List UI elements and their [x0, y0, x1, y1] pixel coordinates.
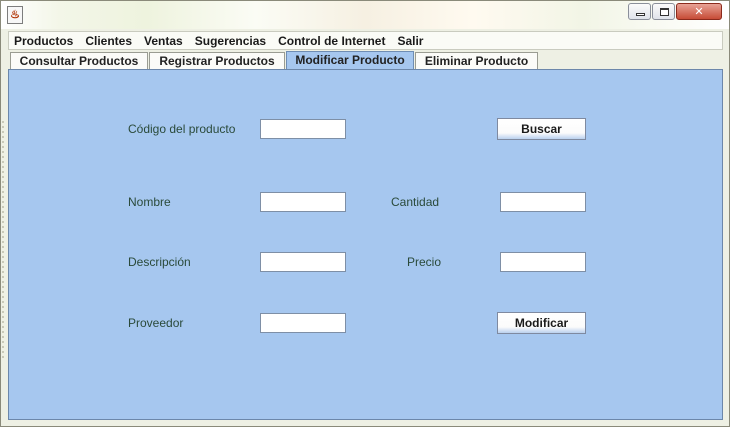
- tab-registrar-productos[interactable]: Registrar Productos: [149, 52, 285, 70]
- title-bar[interactable]: ♨ ✕: [1, 1, 729, 29]
- descripcion-label: Descripción: [128, 255, 191, 269]
- maximize-icon: [660, 8, 669, 16]
- precio-input[interactable]: [500, 252, 586, 272]
- tab-modificar-producto[interactable]: Modificar Producto: [286, 51, 414, 70]
- tab-eliminar-producto[interactable]: Eliminar Producto: [415, 52, 538, 70]
- minimize-icon: [636, 13, 645, 16]
- menu-bar: Productos Clientes Ventas Sugerencias Co…: [8, 31, 723, 50]
- menu-clientes[interactable]: Clientes: [85, 34, 132, 48]
- window-left-edge: [2, 121, 4, 361]
- menu-ventas[interactable]: Ventas: [144, 34, 183, 48]
- menu-sugerencias[interactable]: Sugerencias: [195, 34, 266, 48]
- proveedor-label: Proveedor: [128, 316, 184, 330]
- menu-salir[interactable]: Salir: [397, 34, 423, 48]
- cantidad-label: Cantidad: [391, 195, 440, 209]
- nombre-input[interactable]: [260, 192, 346, 212]
- java-app-icon[interactable]: ♨: [7, 6, 23, 24]
- tab-strip: Consultar Productos Registrar Productos …: [8, 51, 723, 70]
- menu-control-internet[interactable]: Control de Internet: [278, 34, 385, 48]
- modificar-button[interactable]: Modificar: [497, 312, 586, 334]
- modificar-producto-panel: Código del producto Buscar Nombre Cantid…: [8, 69, 723, 420]
- buscar-button[interactable]: Buscar: [497, 118, 586, 140]
- close-button[interactable]: ✕: [676, 3, 722, 20]
- codigo-input[interactable]: [260, 119, 346, 139]
- proveedor-input[interactable]: [260, 313, 346, 333]
- cantidad-input[interactable]: [500, 192, 586, 212]
- app-window: ♨ ✕ Productos Clientes Ventas Sugerencia…: [0, 0, 730, 427]
- close-icon: ✕: [694, 5, 704, 18]
- precio-label: Precio: [407, 255, 442, 269]
- tab-consultar-productos[interactable]: Consultar Productos: [10, 52, 148, 70]
- menu-productos[interactable]: Productos: [14, 34, 73, 48]
- window-controls: ✕: [627, 3, 722, 20]
- nombre-label: Nombre: [128, 195, 171, 209]
- descripcion-input[interactable]: [260, 252, 346, 272]
- codigo-label: Código del producto: [128, 122, 236, 136]
- maximize-button[interactable]: [652, 3, 675, 20]
- minimize-button[interactable]: [628, 3, 651, 20]
